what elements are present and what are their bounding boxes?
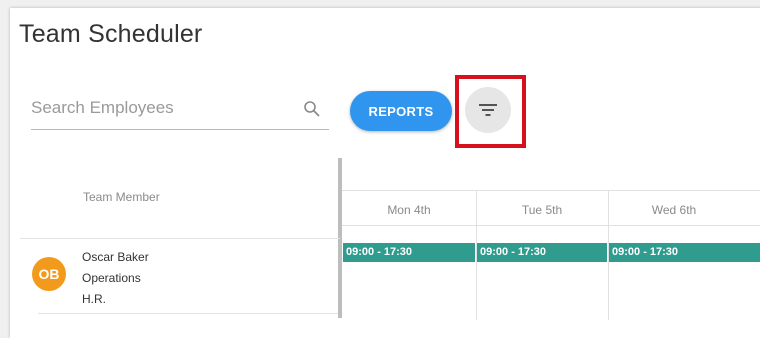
search-icon[interactable] <box>302 99 322 119</box>
team-member-header: Team Member <box>83 190 160 204</box>
filter-button[interactable] <box>465 87 511 133</box>
shift-time-mon: 09:00 - 17:30 <box>346 246 413 258</box>
row-divider-bottom <box>38 313 338 314</box>
day-header-mon[interactable]: Mon 4th <box>344 203 474 217</box>
filter-icon <box>479 104 497 116</box>
search-placeholder: Search Employees <box>31 98 174 117</box>
day-header-top-line <box>342 190 760 191</box>
reports-button[interactable]: REPORTS <box>350 91 452 131</box>
day-header-bottom-line <box>342 225 760 226</box>
employee-name[interactable]: Oscar Baker <box>82 250 149 264</box>
page-title: Team Scheduler <box>19 20 203 48</box>
scheduler-panel <box>10 8 760 338</box>
avatar[interactable]: OB <box>32 257 66 291</box>
day-header-tue[interactable]: Tue 5th <box>477 203 607 217</box>
employee-team: H.R. <box>82 292 106 306</box>
employee-department: Operations <box>82 271 141 285</box>
shift-time-tue: 09:00 - 17:30 <box>480 246 547 258</box>
day-header-wed[interactable]: Wed 6th <box>609 203 739 217</box>
search-input[interactable]: Search Employees <box>31 96 329 130</box>
shift-time-wed: 09:00 - 17:30 <box>612 246 679 258</box>
row-divider <box>20 238 340 239</box>
